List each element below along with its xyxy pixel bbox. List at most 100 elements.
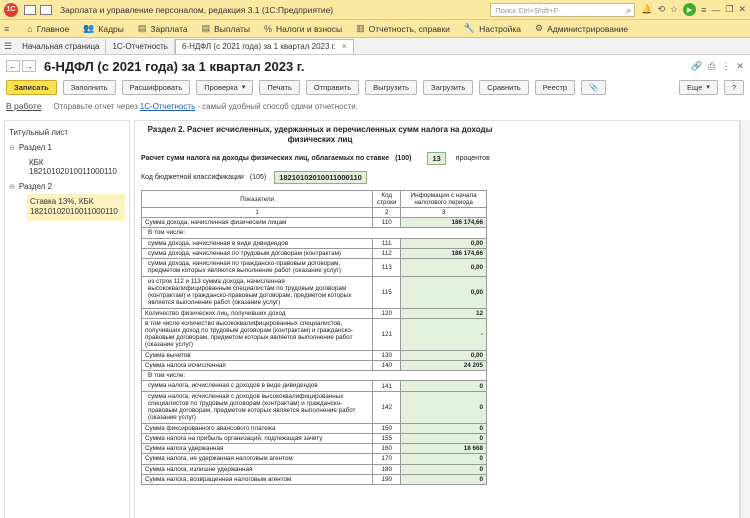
row-code: 160	[372, 443, 402, 455]
row-code: 180	[372, 463, 402, 475]
expand-icon[interactable]: ⊖	[9, 183, 15, 191]
row-value[interactable]: 0,00	[400, 258, 487, 277]
link-icon[interactable]: 🔗	[691, 61, 702, 72]
print-button[interactable]: Печать	[259, 79, 300, 95]
tree-item-selected-rate[interactable]: Ставка 13%, КБК 18210102010011000110	[27, 194, 125, 221]
row-value[interactable]: 24 205	[400, 359, 487, 372]
row-value[interactable]: 0	[400, 453, 487, 465]
tree-item-section1[interactable]: ⊖ Раздел 1	[9, 140, 125, 155]
menu-item-6[interactable]: ▥ Отчетность, справки	[356, 23, 450, 34]
favorites-icon[interactable]: ☆	[670, 4, 678, 15]
row-value[interactable]: 186 174,66	[400, 247, 487, 260]
row-value[interactable]: 0,00	[400, 275, 487, 309]
registry-button[interactable]: Реестр	[534, 79, 576, 95]
status-link[interactable]: В работе	[6, 101, 41, 111]
expand-icon[interactable]: ⊖	[9, 144, 15, 152]
send-button[interactable]: Отправить	[305, 79, 360, 95]
menu-item-4[interactable]: ▤ Выплаты	[202, 23, 250, 34]
print-icon[interactable]: ⎙	[708, 61, 715, 72]
rate-code: (100)	[395, 155, 412, 163]
fill-button[interactable]: Заполнить	[62, 79, 116, 95]
row-value[interactable]: 0,00	[400, 237, 487, 249]
upload-button[interactable]: Выгрузить	[365, 79, 418, 95]
row-value[interactable]: 12	[400, 307, 487, 319]
tree-label: Титульный лист	[9, 128, 69, 137]
decode-button[interactable]: Расшифровать	[121, 79, 191, 95]
row-value[interactable]: 0	[400, 432, 487, 445]
menu-item-0[interactable]: ≡	[4, 24, 13, 34]
row-label: Сумма налога на прибыль организаций, под…	[140, 432, 374, 445]
row-value[interactable]: -	[400, 317, 487, 351]
notifications-icon[interactable]: 🔔	[641, 4, 652, 15]
check-button[interactable]: Проверка	[196, 79, 254, 95]
row-value[interactable]: 186 174,66	[400, 217, 487, 229]
table-row: в том числе количество высококвалифициро…	[140, 317, 487, 351]
menu-icon: ⌂	[27, 23, 33, 34]
menu-item-1[interactable]: ⌂ Главное	[27, 24, 69, 34]
document-header: ← → 6-НДФЛ (с 2021 года) за 1 квартал 20…	[0, 55, 750, 77]
menu-label: Администрирование	[547, 23, 629, 34]
row-value[interactable]: 0	[400, 473, 487, 485]
attachment-button[interactable]: 📎	[581, 79, 607, 95]
page-title: 6-НДФЛ (с 2021 года) за 1 квартал 2023 г…	[44, 58, 305, 74]
menu-item-5[interactable]: % Налоги и взносы	[264, 24, 342, 34]
row-label: Сумма дохода, начисленная физическим лиц…	[140, 217, 374, 229]
help-button[interactable]: ?	[723, 79, 744, 95]
search-icon[interactable]: ⌕	[626, 5, 631, 16]
row-value[interactable]: 0	[400, 422, 487, 434]
table-row: Сумма вычетов 130 0,00	[140, 349, 487, 361]
rate-field[interactable]: 13	[427, 152, 446, 166]
tab-reporting[interactable]: 1С-Отчетность	[106, 38, 175, 54]
back-icon[interactable]: ←	[6, 60, 20, 72]
row-label: Сумма налога удержанная	[140, 443, 374, 455]
table-header-row: Показатели Код строки Информация с начал…	[140, 190, 487, 209]
tree-item-title-sheet[interactable]: Титульный лист	[9, 125, 125, 140]
row-value[interactable]: 0,00	[400, 349, 487, 361]
report-form: Раздел 2. Расчет исчисленных, удержанных…	[134, 120, 740, 518]
settings-menu-icon[interactable]: ≡	[701, 5, 706, 15]
save-button[interactable]: Записать	[6, 79, 57, 95]
row-label: Количество физических лиц, получивших до…	[140, 307, 374, 319]
row-code: 155	[372, 432, 402, 445]
history-icon[interactable]: ⟲	[657, 4, 665, 15]
more-button[interactable]: Еще	[679, 79, 718, 95]
global-search-input[interactable]: Поиск Ctrl+Shift+F ⌕	[490, 2, 636, 17]
vertical-scrollbar[interactable]	[740, 120, 750, 518]
tree-item-kbk[interactable]: КБК 18210102010011000110	[9, 155, 125, 179]
play-icon[interactable]: ▶	[683, 3, 697, 16]
tree-item-section2[interactable]: ⊖ Раздел 2	[9, 179, 125, 194]
close-icon[interactable]: ✕	[738, 4, 746, 15]
tab-6ndfl[interactable]: 6-НДФЛ (с 2021 года) за 1 квартал 2023 г…	[174, 38, 354, 54]
row-label: В том числе:	[141, 227, 487, 239]
row-label: сумма дохода, начисленная по трудовым до…	[140, 247, 374, 260]
row-label: Сумма налога, излишне удержанная	[140, 463, 374, 475]
compare-button[interactable]: Сравнить	[479, 79, 529, 95]
menu-item-3[interactable]: ▤ Зарплата	[138, 23, 188, 34]
more-icon[interactable]: ⋮	[721, 61, 730, 72]
menu-icon: ▤	[137, 23, 147, 33]
menu-item-7[interactable]: 🔧 Настройка	[464, 23, 521, 34]
menu-label: Налоги и взносы	[276, 23, 343, 34]
close-tab-icon[interactable]: ×	[342, 42, 347, 51]
menu-item-2[interactable]: 👥 Кадры	[83, 23, 124, 34]
row-value[interactable]: 0	[400, 380, 487, 392]
kbk-field[interactable]: 18210102010011000110	[274, 171, 367, 185]
sections-menu: ≡ ⌂ Главное 👥 Кадры ▤ Зарплата ▤ Выплаты % Налоги …	[0, 20, 750, 38]
reporting-link[interactable]: 1С-Отчетность	[140, 102, 196, 111]
menu-label: Главное	[36, 23, 70, 34]
menu-icon[interactable]	[24, 4, 36, 15]
row-value[interactable]: 18 668	[400, 443, 487, 455]
info-text-1: Отправьте отчет через	[53, 101, 138, 111]
row-value[interactable]: 0	[400, 463, 487, 475]
row-value[interactable]: 0	[400, 390, 487, 424]
row-label: из строк 112 и 113 сумма дохода, начисле…	[140, 275, 374, 309]
tab-home[interactable]: Начальная страница	[16, 38, 107, 54]
window-icon[interactable]	[40, 4, 52, 15]
restore-icon[interactable]: ❐	[725, 4, 733, 15]
close-form-icon[interactable]: ✕	[736, 61, 744, 72]
forward-icon[interactable]: →	[22, 60, 36, 72]
minimize-icon[interactable]: —	[711, 5, 720, 15]
tabs-list-icon[interactable]: ☰	[4, 41, 12, 52]
menu-item-8[interactable]: ⚙ Администрирование	[535, 23, 628, 34]
download-button[interactable]: Загрузить	[423, 79, 474, 95]
